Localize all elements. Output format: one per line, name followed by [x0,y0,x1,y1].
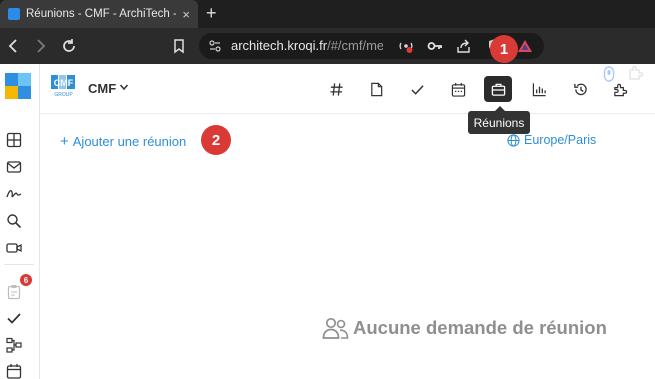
empty-state: Aucune demande de réunion [322,317,607,339]
broadcast-blocked-icon[interactable] [398,38,414,54]
back-icon[interactable] [4,36,24,56]
site-settings-icon[interactable] [209,40,221,52]
dashboard-icon[interactable] [6,132,22,148]
tab-calendar[interactable] [447,78,469,100]
tab-statistics[interactable] [528,78,550,100]
users-icon [322,317,349,339]
add-meeting-label: Ajouter une réunion [72,134,187,149]
signature-icon[interactable] [6,186,22,202]
tab-close-icon[interactable]: × [182,7,190,22]
url-host: architech.kroqi.fr [231,38,328,53]
annotation-step-1: 1 [490,35,518,63]
tab-favicon-icon [8,8,20,20]
app-sidebar: 6 [0,64,40,379]
document-icon [370,82,382,96]
check-icon[interactable] [6,310,22,326]
workflow-icon[interactable] [6,337,22,353]
org-logo[interactable]: CMF GROUP [50,73,77,100]
puzzle-icon [613,83,627,96]
app-logo-icon[interactable] [5,73,31,99]
reload-icon[interactable] [59,36,79,56]
video-icon[interactable] [6,240,22,256]
org-logo-text: CMF [54,78,74,88]
calendar-icon [451,82,465,97]
calendar-icon[interactable] [6,363,22,379]
chevron-down-icon[interactable] [119,82,129,92]
check-icon [410,84,424,95]
tab-hash[interactable] [325,78,347,100]
clipboard-icon[interactable] [6,284,22,300]
bookmark-icon[interactable] [169,36,189,56]
tab-title: Réunions - CMF - ArchiTech - Kr [26,8,177,20]
search-icon[interactable] [6,213,22,229]
browser-tab[interactable]: Réunions - CMF - ArchiTech - Kr × [0,0,198,28]
app-header: CMF GROUP CMF [40,64,655,114]
url-text: architech.kroqi.fr/#/cmf/me... [231,38,383,53]
timezone-link[interactable]: Europe/Paris [507,133,596,147]
globe-icon [507,133,520,147]
timezone-label: Europe/Paris [524,133,597,147]
key-icon[interactable] [427,38,443,54]
chart-icon [532,82,546,96]
tab-meetings[interactable] [484,76,512,102]
meetings-tooltip: Réunions [468,106,530,134]
add-meeting-button[interactable]: + Ajouter une réunion [60,133,186,150]
org-name[interactable]: CMF [88,81,116,96]
browser-tabbar: Réunions - CMF - ArchiTech - Kr × + [0,0,655,28]
forward-icon[interactable] [30,36,50,56]
plus-icon: + [60,133,69,150]
share-icon[interactable] [456,38,472,54]
briefcase-icon [491,83,505,96]
tab-history[interactable] [569,78,591,100]
hash-icon [329,82,343,96]
tab-documents[interactable] [365,78,387,100]
tab-tasks[interactable] [406,78,428,100]
new-tab-icon[interactable]: + [206,3,217,24]
mail-icon[interactable] [6,159,22,175]
history-icon [573,83,587,95]
annotation-step-2: 2 [201,125,231,155]
sidebar-divider [4,264,34,265]
sidebar-notification-badge: 6 [20,274,32,286]
empty-state-message: Aucune demande de réunion [353,317,607,338]
triangle-extension-icon[interactable] [517,38,533,54]
tab-integrations[interactable] [609,78,631,100]
url-path: /#/cmf/me... [327,38,383,53]
org-logo-subtext: GROUP [54,92,73,98]
browser-toolbar: architech.kroqi.fr/#/cmf/me... [0,28,655,82]
